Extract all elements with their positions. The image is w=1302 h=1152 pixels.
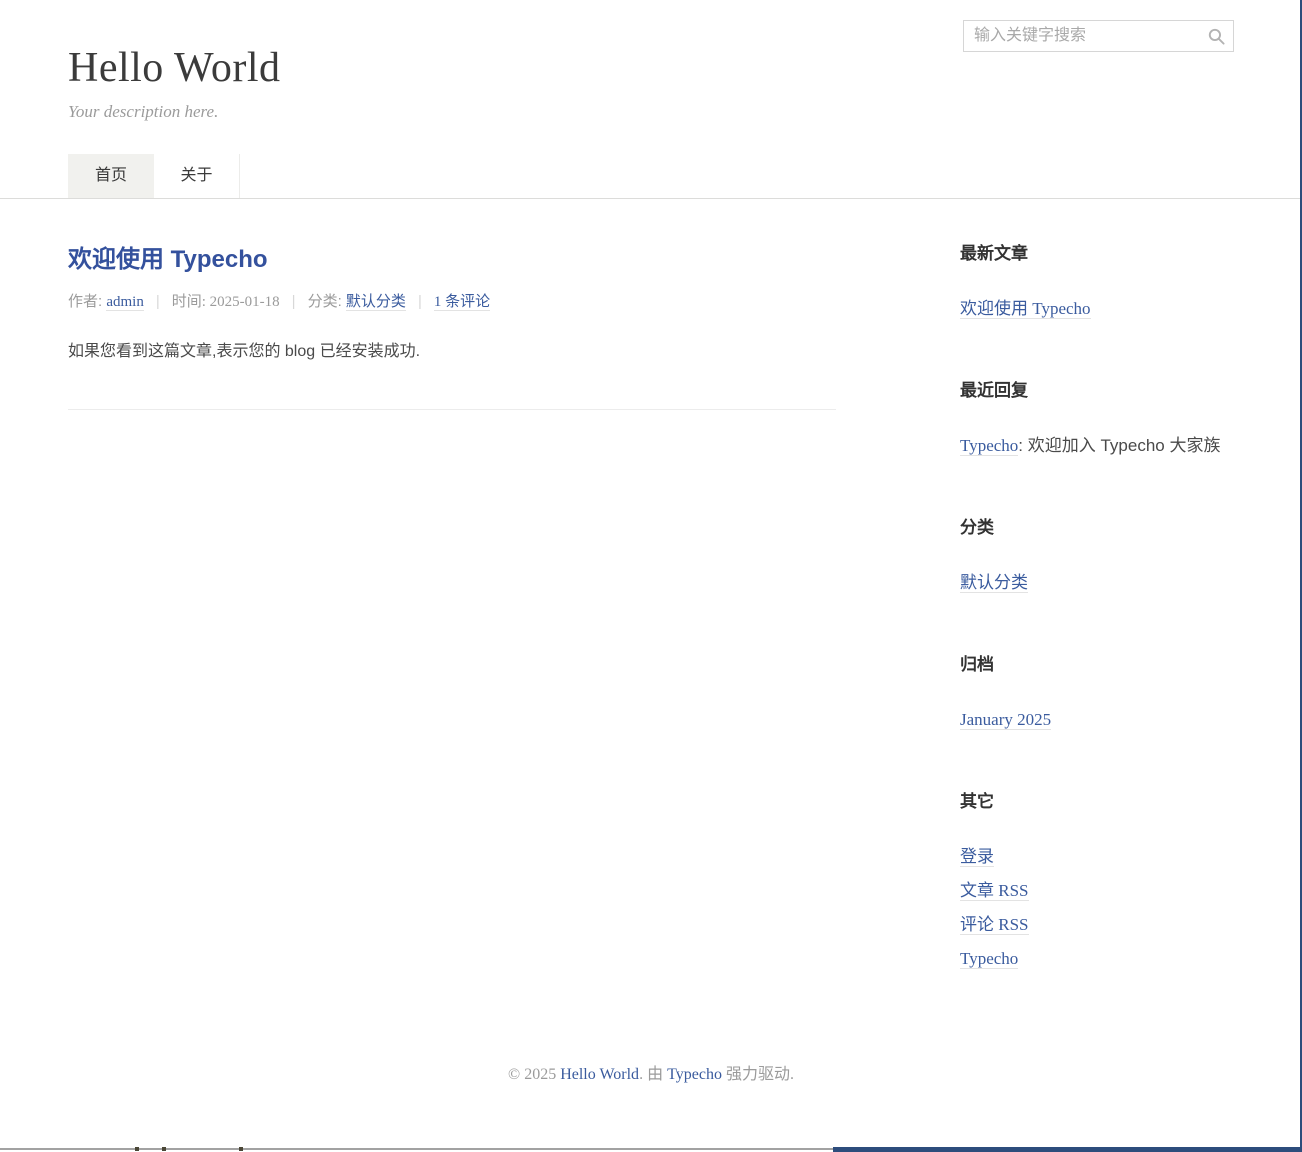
sidebar-heading-misc: 其它	[960, 787, 1234, 812]
recent-post-link[interactable]: 欢迎使用 Typecho	[960, 299, 1091, 319]
typecho-link[interactable]: Typecho	[960, 949, 1018, 969]
footer-copyright: © 2025 Hello World. 由 Typecho 强力驱动.	[68, 1060, 1234, 1084]
sidebar-heading-categories: 分类	[960, 513, 1234, 538]
list-item: 文章 RSS	[960, 874, 1234, 908]
blog-page: Hello World Your description here. 首页 关于	[0, 0, 1302, 1152]
sidebar-section-categories: 分类 默认分类	[960, 513, 1234, 600]
search-box	[963, 20, 1234, 52]
footer-engine-link[interactable]: Typecho	[667, 1066, 722, 1083]
post-meta: 作者: admin | 时间: 2025-01-18 | 分类: 默认分类 | 1 条评论	[68, 290, 836, 311]
taskbar-dot	[135, 1147, 139, 1151]
archive-link[interactable]: January 2025	[960, 710, 1051, 730]
search-input[interactable]	[964, 21, 1199, 51]
meta-separator: |	[418, 293, 422, 310]
post-category-link[interactable]: 默认分类	[346, 294, 406, 311]
taskbar-dot	[239, 1147, 243, 1151]
sidebar-heading-recent-posts: 最新文章	[960, 239, 1234, 264]
sidebar: 最新文章 欢迎使用 Typecho 最近回复 Typecho: 欢迎加入 Typ…	[960, 239, 1234, 1026]
site-header: Hello World Your description here. 首页 关于	[0, 0, 1302, 199]
list-item: 默认分类	[960, 566, 1234, 600]
sidebar-section-recent-replies: 最近回复 Typecho: 欢迎加入 Typecho 大家族	[960, 376, 1234, 463]
list-item: Typecho: 欢迎加入 Typecho 大家族	[960, 429, 1234, 463]
footer-suffix: 强力驱动.	[722, 1066, 794, 1083]
main-column: 欢迎使用 Typecho 作者: admin | 时间: 2025-01-18 | 分类…	[68, 239, 836, 410]
main-nav: 首页 关于	[68, 154, 1234, 198]
post-category-label: 分类:	[308, 293, 346, 310]
nav-tab-about[interactable]: 关于	[154, 154, 240, 198]
sidebar-section-recent-posts: 最新文章 欢迎使用 Typecho	[960, 239, 1234, 326]
sidebar-section-archives: 归档 January 2025	[960, 650, 1234, 737]
footer-prefix: © 2025	[508, 1066, 560, 1083]
post-author-label: 作者:	[68, 293, 106, 310]
login-link[interactable]: 登录	[960, 847, 994, 867]
footer-middle: . 由	[639, 1066, 667, 1083]
list-item: January 2025	[960, 703, 1234, 737]
list-item: 评论 RSS	[960, 908, 1234, 942]
list-item: 欢迎使用 Typecho	[960, 292, 1234, 326]
meta-separator: |	[292, 293, 296, 310]
sidebar-section-misc: 其它 登录 文章 RSS 评论 RSS Typecho	[960, 787, 1234, 976]
sidebar-heading-archives: 归档	[960, 650, 1234, 675]
post-title-link[interactable]: 欢迎使用 Typecho	[68, 239, 836, 274]
category-link[interactable]: 默认分类	[960, 573, 1028, 593]
taskbar-edge-line	[0, 1148, 833, 1150]
post-comments-link[interactable]: 1 条评论	[434, 294, 490, 311]
posts-rss-link[interactable]: 文章 RSS	[960, 881, 1029, 901]
site-description: Your description here.	[68, 102, 1234, 122]
sidebar-heading-recent-replies: 最近回复	[960, 376, 1234, 401]
bottom-window-edge	[833, 1147, 1302, 1152]
recent-reply-author-link[interactable]: Typecho	[960, 436, 1018, 456]
post: 欢迎使用 Typecho 作者: admin | 时间: 2025-01-18 | 分类…	[68, 239, 836, 410]
comments-rss-link[interactable]: 评论 RSS	[960, 915, 1029, 935]
nav-tab-home[interactable]: 首页	[68, 154, 154, 198]
meta-separator: |	[156, 293, 160, 310]
post-time: 时间: 2025-01-18	[172, 294, 280, 310]
recent-reply-text: : 欢迎加入 Typecho 大家族	[1018, 436, 1220, 455]
post-divider	[68, 409, 836, 410]
search-button[interactable]	[1199, 21, 1233, 51]
list-item: Typecho	[960, 942, 1234, 976]
post-body: 如果您看到这篇文章,表示您的 blog 已经安装成功.	[68, 337, 836, 361]
post-author-link[interactable]: admin	[106, 294, 144, 311]
footer-site-link[interactable]: Hello World	[560, 1066, 639, 1083]
taskbar-dot	[162, 1147, 166, 1151]
list-item: 登录	[960, 840, 1234, 874]
search-icon	[1207, 27, 1226, 46]
